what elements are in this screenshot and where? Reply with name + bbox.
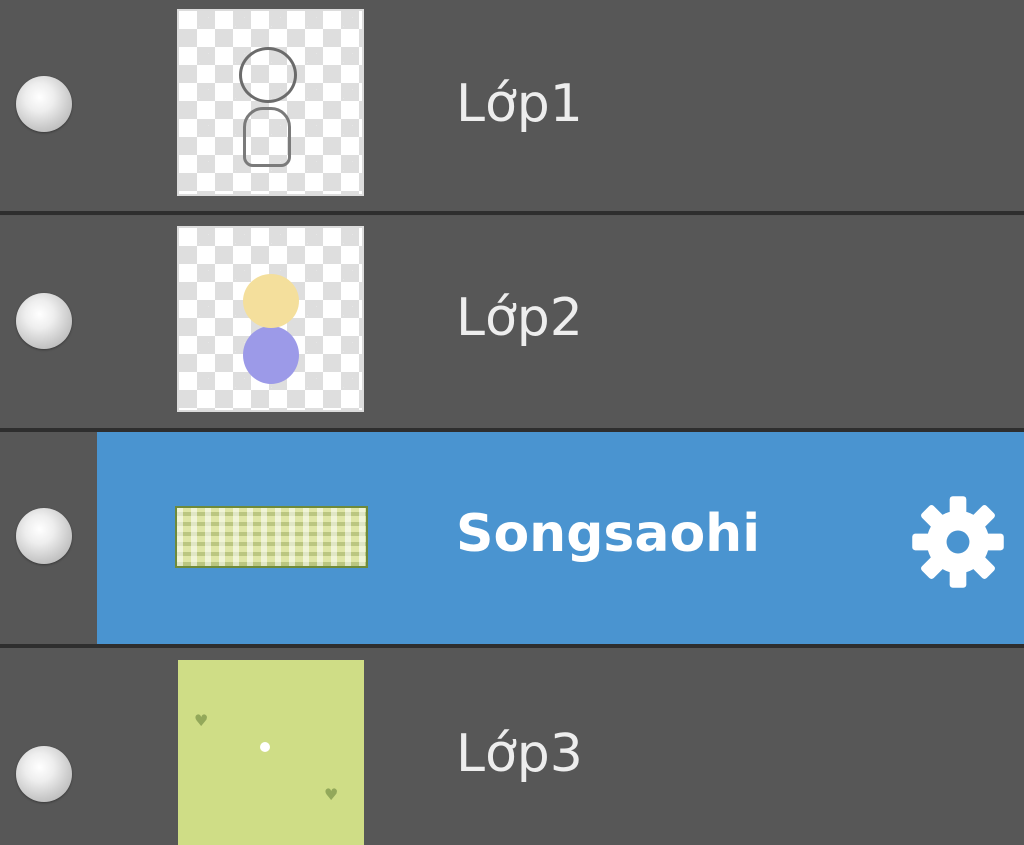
layer-row-lop2[interactable]: Lớp2 — [0, 216, 1024, 428]
layer-name: Lớp2 — [456, 288, 583, 348]
layer-row-lop3[interactable]: ♥ ♥ Lớp3 — [0, 648, 1024, 845]
gear-icon[interactable] — [906, 490, 1010, 594]
layers-panel: Lớp1 Lớp2 Songsaohi ♥ ♥ Lớp3 — [0, 0, 1024, 845]
visibility-toggle[interactable] — [16, 76, 72, 132]
row-separator — [0, 211, 1024, 215]
sparkle-dot — [260, 742, 270, 752]
figure-head-shape — [243, 274, 299, 328]
layer-thumbnail — [177, 9, 364, 196]
figure-body-shape — [243, 326, 299, 384]
leaf-icon: ♥ — [324, 785, 339, 804]
leaf-icon: ♥ — [194, 711, 209, 730]
layer-row-songsaohi[interactable]: Songsaohi — [0, 432, 1024, 644]
sketch-head-shape — [239, 47, 297, 103]
visibility-toggle[interactable] — [16, 746, 72, 802]
layer-name: Lớp1 — [456, 74, 583, 134]
sketch-body-shape — [243, 107, 291, 167]
layer-thumbnail — [177, 226, 364, 412]
layer-name: Lớp3 — [456, 724, 583, 784]
visibility-toggle[interactable] — [16, 508, 72, 564]
layer-thumbnail: ♥ ♥ — [178, 660, 364, 845]
layer-thumbnail — [175, 506, 368, 568]
visibility-toggle[interactable] — [16, 293, 72, 349]
layer-name: Songsaohi — [456, 504, 761, 564]
layer-row-lop1[interactable]: Lớp1 — [0, 0, 1024, 211]
